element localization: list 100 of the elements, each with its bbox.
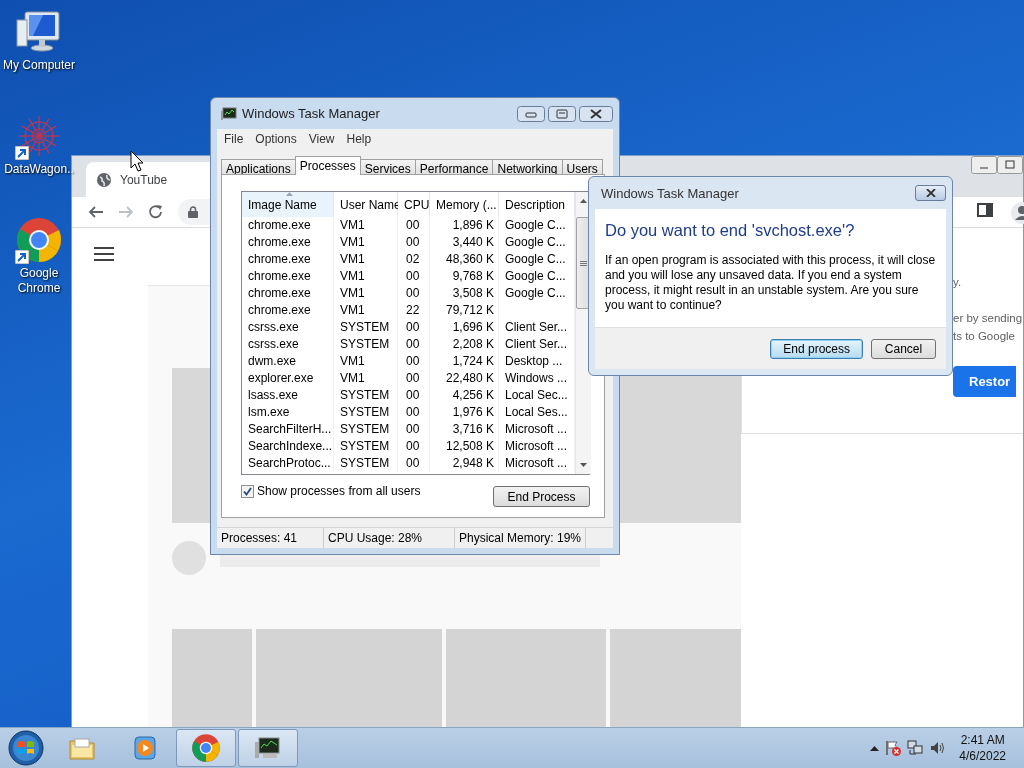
close-icon xyxy=(925,189,936,197)
table-cell: 00 xyxy=(398,268,430,285)
network-icon[interactable] xyxy=(907,740,924,756)
table-cell: SYSTEM xyxy=(334,421,398,438)
table-cell: 9,768 K xyxy=(430,268,499,285)
avatar-placeholder xyxy=(172,541,206,575)
table-cell: VM1 xyxy=(334,268,398,285)
table-cell: 00 xyxy=(398,421,430,438)
table-cell: 1,696 K xyxy=(430,319,499,336)
checkbox-label[interactable]: Show processes from all users xyxy=(257,484,421,498)
table-cell: 48,360 K xyxy=(430,251,499,268)
table-cell: csrss.exe xyxy=(242,319,334,336)
tab[interactable]: Users xyxy=(561,159,603,174)
table-cell: VM1 xyxy=(334,302,398,319)
table-cell: 00 xyxy=(398,285,430,302)
show-hidden-icons-icon[interactable] xyxy=(870,745,880,751)
table-cell: chrome.exe xyxy=(242,285,334,302)
table-cell: csrss.exe xyxy=(242,336,334,353)
table-cell: 2,948 K xyxy=(430,455,499,472)
table-cell: VM1 xyxy=(334,234,398,251)
table-cell: 00 xyxy=(398,404,430,421)
table-cell: explorer.exe xyxy=(242,370,334,387)
table-cell: dwm.exe xyxy=(242,353,334,370)
table-cell: chrome.exe xyxy=(242,234,334,251)
close-button[interactable] xyxy=(579,106,613,122)
table-cell: 00 xyxy=(398,370,430,387)
maximize-button[interactable] xyxy=(548,106,576,122)
table-cell: 00 xyxy=(398,336,430,353)
table-cell: VM1 xyxy=(334,353,398,370)
table-cell: 4,256 K xyxy=(430,387,499,404)
table-cell: chrome.exe xyxy=(242,217,334,234)
table-cell: 00 xyxy=(398,455,430,472)
menu-item[interactable]: File xyxy=(219,131,249,146)
table-cell: 22,480 K xyxy=(430,370,499,387)
tab[interactable]: Performance xyxy=(414,159,494,174)
tab[interactable]: Processes xyxy=(294,156,361,175)
chrome-logo-icon[interactable] xyxy=(15,216,63,264)
dialog-title: Windows Task Manager xyxy=(601,185,739,201)
table-cell: SYSTEM xyxy=(334,455,398,472)
table-cell: lsm.exe xyxy=(242,404,334,421)
table-cell: SearchProtoc... xyxy=(242,455,334,472)
window-title: Windows Task Manager xyxy=(242,106,380,121)
speaker-icon[interactable] xyxy=(929,740,946,756)
table-cell: 1,976 K xyxy=(430,404,499,421)
table-cell: VM1 xyxy=(334,285,398,302)
status-text: Physical Memory: 19% xyxy=(455,528,587,548)
menu-item[interactable]: View xyxy=(303,131,340,146)
table-cell: SYSTEM xyxy=(334,319,398,336)
table-cell: SearchFilterH... xyxy=(242,421,334,438)
column-header[interactable]: CPU xyxy=(398,192,430,217)
checkbox[interactable] xyxy=(241,484,254,498)
lock-icon xyxy=(188,206,198,219)
start-button[interactable] xyxy=(8,730,44,766)
desktop-icon-label[interactable]: Google Chrome xyxy=(2,266,76,296)
minimize-button[interactable] xyxy=(517,106,545,122)
status-text: Processes: 41 xyxy=(217,528,324,548)
clock-time[interactable]: 2:41 AM xyxy=(960,732,1005,748)
clock-date[interactable]: 4/6/2022 xyxy=(959,748,1006,764)
table-cell: 3,716 K xyxy=(430,421,499,438)
table-cell: chrome.exe xyxy=(242,302,334,319)
table-cell: SYSTEM xyxy=(334,404,398,421)
table-cell: 3,440 K xyxy=(430,234,499,251)
column-header[interactable]: Image Name xyxy=(242,192,334,217)
monitor-icon xyxy=(221,106,237,121)
checkmark-icon xyxy=(243,486,252,496)
panel-text: y. xyxy=(953,276,963,288)
panel-text: er by sending xyxy=(953,312,1023,324)
minimize-button[interactable] xyxy=(971,156,997,174)
table-cell: SYSTEM xyxy=(334,336,398,353)
dialog-heading: Do you want to end 'svchost.exe'? xyxy=(605,221,856,240)
dialog-button[interactable]: End process xyxy=(770,338,863,359)
table-cell: 00 xyxy=(398,217,430,234)
table-cell: 02 xyxy=(398,251,430,268)
menu-item[interactable]: Options xyxy=(250,131,302,146)
menu-icon[interactable] xyxy=(94,246,114,262)
grip-icon xyxy=(580,260,587,266)
restore-button[interactable]: Restor xyxy=(953,366,1017,397)
tab[interactable]: Applications xyxy=(221,159,296,174)
table-cell: 00 xyxy=(398,319,430,336)
dialog-message: If an open program is associated with this process, it will close and you will lose any unsaved data. If you end a system process, it might result in an unstable system. Are you sure you want to continue? xyxy=(605,253,936,313)
maximize-button[interactable] xyxy=(997,156,1023,174)
tab[interactable]: Networking xyxy=(492,159,563,174)
tab[interactable]: Services xyxy=(359,159,416,174)
flag-alert-icon[interactable] xyxy=(885,740,902,756)
chrome-logo-icon xyxy=(191,733,221,763)
desktop-icon-label[interactable]: My Computer xyxy=(3,58,75,73)
table-cell: SYSTEM xyxy=(334,387,398,404)
taskbar-button[interactable] xyxy=(238,729,298,767)
table-cell: 00 xyxy=(398,234,430,251)
table-cell: 3,508 K xyxy=(430,285,499,302)
end-process-button[interactable]: End Process xyxy=(493,486,590,507)
side-panel-icon[interactable] xyxy=(977,202,993,219)
reload-icon[interactable] xyxy=(148,204,164,221)
table-cell: SYSTEM xyxy=(334,438,398,455)
close-button[interactable] xyxy=(915,185,946,201)
menu-item[interactable]: Help xyxy=(341,131,377,146)
panel-text: ts to Google xyxy=(953,330,1016,342)
table-cell: chrome.exe xyxy=(242,268,334,285)
table-cell: VM1 xyxy=(334,251,398,268)
dialog-button[interactable]: Cancel xyxy=(871,338,936,359)
